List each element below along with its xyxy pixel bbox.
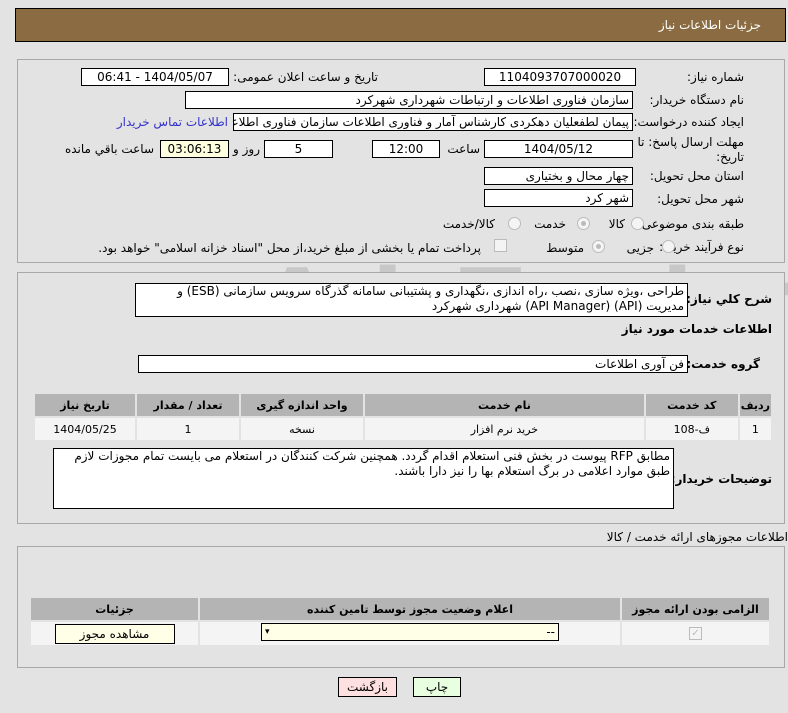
category-radio-goods[interactable] [631, 217, 644, 230]
col-date: تاریخ نیاز [35, 394, 135, 416]
cell-row: 1 [739, 418, 771, 440]
table-header-row: ردیف کد خدمت نام خدمت واحد اندازه گیری ت… [35, 394, 771, 416]
need-number-field: 1104093707000020 [484, 68, 636, 86]
chevron-down-icon: ▾ [265, 627, 270, 637]
select-value: -- [546, 625, 555, 639]
permits-header-row: الزامی بودن ارائه مجوز اعلام وضعیت مجوز … [31, 598, 769, 620]
deadline-time-field: 12:00 [372, 140, 440, 158]
remaining-time-field: 03:06:13 [160, 140, 229, 158]
back-button[interactable]: بازگشت [338, 677, 397, 697]
payment-note: پرداخت تمام یا بخشی از مبلغ خرید،از محل … [98, 241, 481, 255]
process-radio-medium[interactable] [592, 240, 605, 253]
process-option-minor: جزیی [626, 241, 654, 255]
creator-field: پیمان لطفعلیان دهکردی کارشناس آمار و فنا… [233, 113, 633, 131]
buyer-org-label: نام دستگاه خریدار: [649, 93, 745, 107]
permit-status-select[interactable]: -- ▾ [261, 623, 559, 641]
service-group-label: گروه خدمت: [686, 357, 760, 371]
category-option-goods-service: کالا/خدمت [442, 217, 495, 231]
need-number-label: شماره نیاز: [687, 70, 744, 84]
cell-qty: 1 [137, 418, 239, 440]
days-field: 5 [264, 140, 333, 158]
city-field: شهر کرد [484, 189, 633, 207]
col-status: اعلام وضعیت مجوز توسط تامین کننده [200, 598, 620, 620]
table-row: ✓ -- ▾ مشاهده مجوز [31, 622, 769, 645]
description-label: شرح کلي نياز: [686, 292, 772, 306]
province-field: چهار محال و بختیاری [484, 167, 633, 185]
treasury-checkbox[interactable] [494, 239, 507, 252]
cell-unit: نسخه [241, 418, 363, 440]
cell-code: ف-108 [645, 418, 738, 440]
province-label: استان محل تحویل: [649, 169, 744, 183]
page-header: جزئیات اطلاعات نیاز [15, 8, 786, 42]
announce-label: تاریخ و ساعت اعلان عمومی: [233, 70, 378, 84]
time-label: ساعت [447, 142, 480, 156]
print-button[interactable]: چاپ [413, 677, 461, 697]
col-required: الزامی بودن ارائه مجوز [622, 598, 769, 620]
days-label: روز و [233, 142, 260, 156]
permits-table: الزامی بودن ارائه مجوز اعلام وضعیت مجوز … [29, 596, 771, 647]
buyer-contact-link[interactable]: اطلاعات تماس خریدار [117, 115, 228, 129]
city-label: شهر محل تحویل: [657, 192, 744, 206]
remaining-label: ساعت باقي مانده [64, 142, 154, 156]
category-radio-service[interactable] [577, 217, 590, 230]
category-radio-goods-service[interactable] [508, 217, 521, 230]
page-title: جزئیات اطلاعات نیاز [658, 18, 761, 32]
process-option-medium: متوسط [546, 241, 584, 255]
notes-label: توضیحات خریدار: [670, 472, 772, 486]
service-group-field: فن آوری اطلاعات [138, 355, 688, 373]
notes-field: مطابق RFP پیوست در بخش فنی استعلام اقدام… [53, 448, 674, 509]
category-label: طبقه بندی موضوعی: [637, 217, 744, 231]
services-heading: اطلاعات خدمات مورد نیاز [621, 322, 772, 336]
services-table: ردیف کد خدمت نام خدمت واحد اندازه گیری ت… [33, 392, 773, 442]
col-code: کد خدمت [645, 394, 738, 416]
col-unit: واحد اندازه گیری [241, 394, 363, 416]
deadline-label: مهلت ارسال پاسخ: تا تاریخ: [637, 135, 744, 164]
required-checkbox: ✓ [689, 627, 702, 641]
cell-name: خرید نرم افزار [365, 418, 644, 440]
cell-date: 1404/05/25 [35, 418, 135, 440]
view-permit-button[interactable]: مشاهده مجوز [54, 623, 175, 644]
deadline-date-field: 1404/05/12 [484, 140, 633, 158]
buyer-org-field: سازمان فناوری اطلاعات و ارتباطات شهرداری… [185, 91, 633, 109]
col-row: ردیف [739, 394, 771, 416]
category-option-service: خدمت [534, 217, 566, 231]
col-name: نام خدمت [365, 394, 644, 416]
category-option-goods: کالا [608, 217, 625, 231]
col-qty: تعداد / مقدار [137, 394, 239, 416]
description-field: طراحی ،ویژه سازی ،نصب ،راه اندازی ،نگهدا… [135, 283, 688, 317]
table-row: 1 ف-108 خرید نرم افزار نسخه 1 1404/05/25 [35, 418, 771, 440]
announce-field: 1404/05/07 - 06:41 [81, 68, 229, 86]
col-details: جزئیات [31, 598, 198, 620]
permits-title: اطلاعات مجوزهای ارائه خدمت / کالا [606, 530, 788, 544]
creator-label: ایجاد کننده درخواست: [633, 115, 744, 129]
process-radio-minor[interactable] [662, 240, 675, 253]
